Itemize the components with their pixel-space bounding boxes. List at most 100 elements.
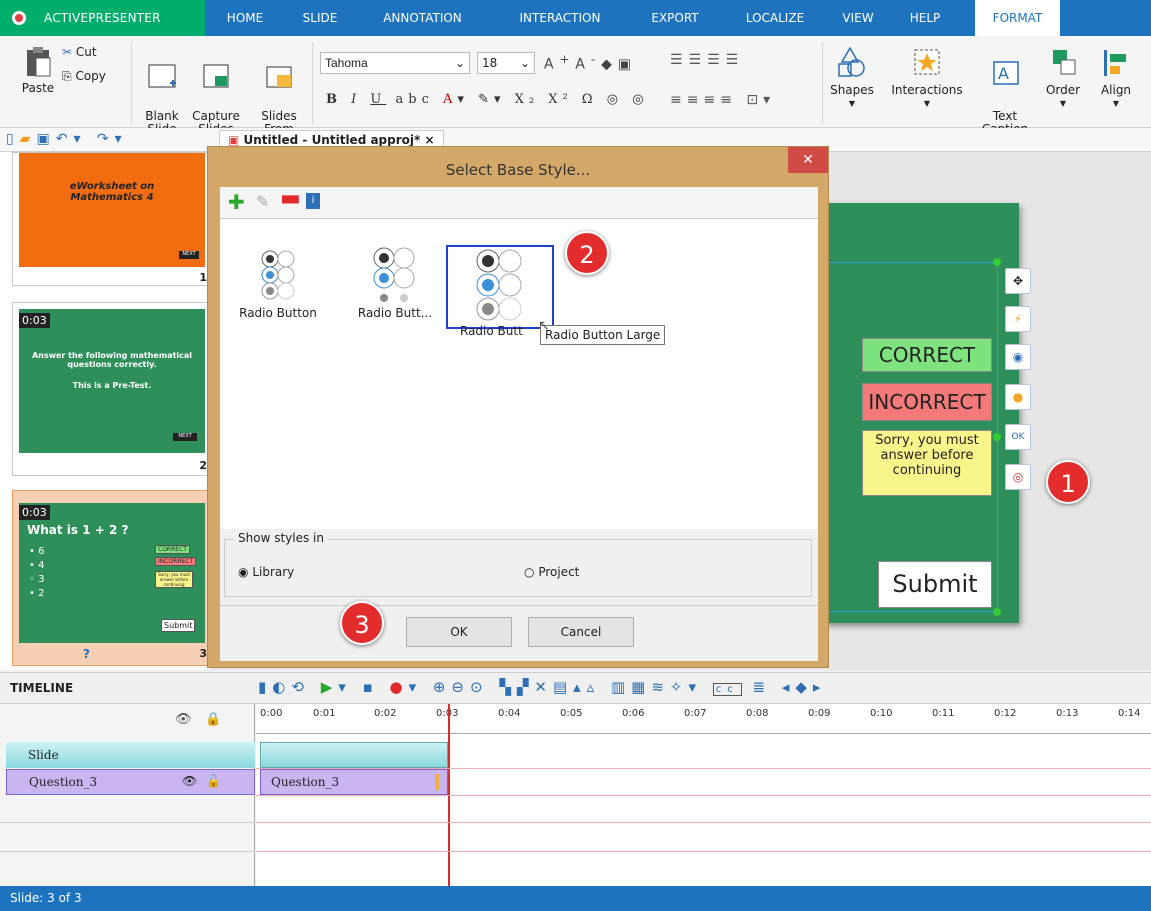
layer-row-slide[interactable]: Slide [6, 742, 255, 768]
slide-clip[interactable] [260, 742, 448, 768]
add-answer-icon[interactable]: ◉ [1005, 344, 1031, 370]
style-radio-button-medium[interactable]: Radio Butt... [345, 247, 445, 320]
timeline-label: TIMELINE [10, 681, 74, 695]
close-icon[interactable]: ✕ [788, 147, 828, 173]
lock-icon[interactable]: 🔓 [206, 774, 221, 788]
app-menu-button[interactable]: ACTIVEPRESENTER [0, 0, 205, 36]
ok-button[interactable]: OK [406, 617, 512, 647]
radio-button-icon [261, 250, 295, 300]
copy-icon: ⎘ [62, 69, 72, 83]
radio-style-icon[interactable]: ◎ [1005, 464, 1031, 490]
cancel-button[interactable]: Cancel [528, 617, 634, 647]
ok-icon[interactable]: OK [1005, 424, 1031, 450]
interactions-button[interactable]: Interactions ▼ [886, 46, 968, 110]
tab-view[interactable]: VIEW [838, 0, 878, 36]
lightning-icon[interactable]: ⚡ [1005, 306, 1031, 332]
question-text: What is 1 + 2 ? [27, 523, 129, 537]
question-mark: ? [83, 647, 90, 661]
font-grow-shrink-icons[interactable]: A+A-◆▣ [544, 52, 664, 74]
incorrect-preview: INCORRECT [155, 557, 197, 566]
dialog-body: ✚ ✎ ▬ i Radio Button Radio Butt... Radio… [220, 186, 818, 661]
tab-interaction[interactable]: INTERACTION [500, 0, 620, 36]
dialog-title: Select Base Style... [445, 161, 591, 179]
align-button[interactable]: Align ▼ [1094, 46, 1138, 110]
style-radio-button-large[interactable]: Radio Butt [450, 247, 550, 338]
show-styles-group [224, 539, 812, 597]
app-name: ACTIVEPRESENTER [44, 11, 161, 25]
move-icon[interactable]: ✥ [1005, 268, 1031, 294]
slide-number: 2 [199, 459, 207, 472]
align-icon [1104, 50, 1126, 76]
eye-icon[interactable]: 👁 [175, 712, 192, 727]
radio-button-icon [476, 249, 522, 321]
tab-help[interactable]: HELP [900, 0, 950, 36]
slide-thumbnail-3[interactable]: 0:03 What is 1 + 2 ? • 6 • 4 ◦ 3 • 2 CORREC… [12, 490, 210, 666]
text-caption-button[interactable]: A Text Caption [976, 46, 1034, 136]
correct-caption[interactable]: CORRECT [862, 338, 992, 372]
scissors-icon: ✂ [62, 45, 73, 59]
edit-style-icon[interactable]: ✎ [256, 192, 269, 211]
mouse-cursor-icon: ↖ [538, 318, 550, 334]
capture-slides-button[interactable]: Capture Slides [190, 48, 242, 136]
resize-handle[interactable] [993, 433, 1001, 441]
slide-thumbnail-1[interactable]: eWorksheet on Mathematics 4 NEXT 1 [12, 152, 210, 286]
chevron-down-icon: ⌄ [454, 56, 465, 70]
slide-2-subtext: This is a Pre-Test. [72, 381, 152, 390]
slide-number: 1 [199, 271, 207, 284]
sorry-preview: Sorry, you must answer before continuing [155, 571, 193, 588]
radio-unchecked-icon: ○ [524, 565, 535, 579]
delete-style-icon[interactable]: ▬ [280, 186, 301, 211]
tab-slide[interactable]: SLIDE [290, 0, 350, 36]
blank-slide-button[interactable]: Blank Slide [138, 48, 186, 136]
correct-preview: CORRECT [155, 545, 190, 554]
eye-icon[interactable]: 👁 [182, 774, 197, 788]
tab-export[interactable]: EXPORT [640, 0, 710, 36]
paste-button[interactable]: Paste [18, 46, 58, 95]
order-icon [1053, 50, 1076, 75]
library-radio[interactable]: ◉ Library [238, 565, 294, 579]
slide-thumbnail-2[interactable]: 0:03 Answer the following mathematical q… [12, 302, 210, 476]
chevron-down-icon: ▼ [848, 99, 856, 108]
font-size-select[interactable]: 18 ⌄ [477, 52, 535, 74]
step-badge-3: 3 [340, 601, 384, 645]
info-icon[interactable]: i [306, 193, 320, 209]
slide-duration: 0:03 [19, 313, 50, 328]
project-radio[interactable]: ○ Project [524, 565, 579, 579]
step-badge-2: 2 [565, 231, 609, 275]
resize-handle[interactable] [993, 258, 1001, 266]
radio-checked-icon: ◉ [238, 565, 249, 579]
svg-text:A: A [998, 64, 1009, 83]
shapes-button[interactable]: Shapes ▼ [828, 46, 876, 110]
submit-button[interactable]: Submit [878, 561, 992, 608]
chevron-down-icon: ▼ [1059, 99, 1067, 108]
tab-format[interactable]: FORMAT [975, 0, 1060, 36]
quick-access-icons[interactable]: ▯▰▣↶▾ ↷▾ [6, 131, 128, 147]
cut-button[interactable]: ✂ Cut [62, 46, 122, 59]
copy-button[interactable]: ⎘ Copy [62, 70, 122, 83]
blank-slide-icon [148, 64, 176, 88]
order-button[interactable]: Order ▼ [1040, 46, 1086, 110]
list-icons[interactable]: ☰☰☰☰ [670, 52, 780, 74]
tab-home[interactable]: HOME [215, 0, 275, 36]
sorry-caption[interactable]: Sorry, you must answer before continuing [862, 430, 992, 496]
question-clip[interactable]: Question_3 [260, 769, 448, 795]
slides-from-button[interactable]: Slides From [254, 48, 304, 136]
document-icon: ▣ [228, 133, 244, 147]
font-name-select[interactable]: Tahoma ⌄ [320, 52, 470, 74]
add-style-icon[interactable]: ✚ [228, 190, 245, 214]
timeline-header: TIMELINE ▮◐⟲ ▶▾ ▪ ●▾ ⊕⊖⊙ ▚▞✕▤▴▵ ▥▦≋✧▾ cc… [0, 672, 1151, 704]
font-format-icons[interactable]: B I U abc A▾ ✎▾ X₂ X² Ω ◎ ◎ [326, 92, 666, 114]
tab-localize[interactable]: LOCALIZE [730, 0, 820, 36]
paragraph-align-icons[interactable]: ≡≡≡≡ ⊡▾ [670, 92, 820, 114]
resize-handle[interactable] [993, 608, 1001, 616]
lock-icon[interactable]: 🔒 [205, 712, 221, 727]
answer-options: • 6 • 4 ◦ 3 • 2 [29, 546, 45, 599]
tab-annotation[interactable]: ANNOTATION [370, 0, 475, 36]
style-toolbar: ✚ ✎ ▬ i [220, 186, 818, 219]
feedback-icon[interactable]: ● [1005, 384, 1031, 410]
incorrect-caption[interactable]: INCORRECT [862, 383, 992, 421]
timeline-toolbar-icons[interactable]: ▮◐⟲ ▶▾ ▪ ●▾ ⊕⊖⊙ ▚▞✕▤▴▵ ▥▦≋✧▾ cc ≣ ◂◆▸ [258, 678, 826, 696]
style-radio-button[interactable]: Radio Button [228, 247, 328, 320]
timeline-layers: 👁 🔒 Slide Question_3 👁 🔓 [0, 704, 255, 886]
next-button-preview: NEXT [173, 433, 197, 441]
